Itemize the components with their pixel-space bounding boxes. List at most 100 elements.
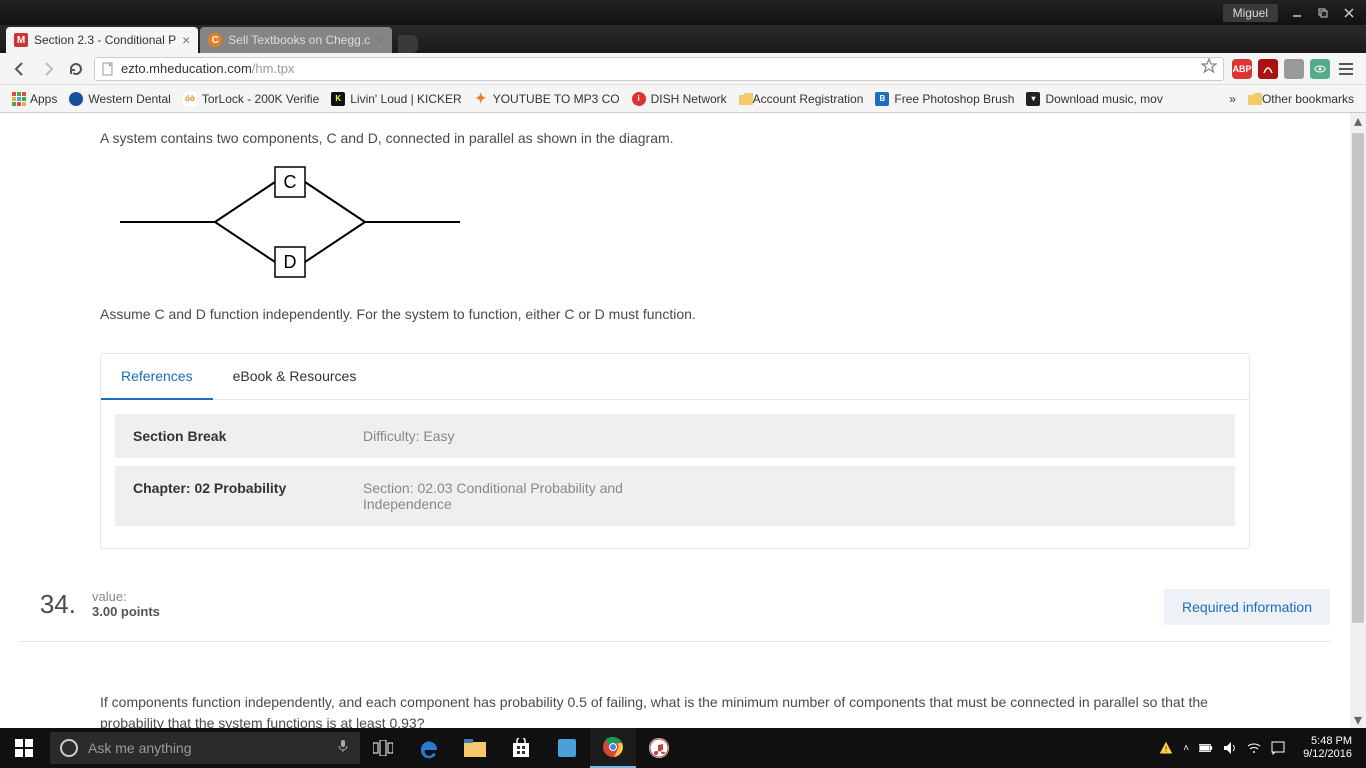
tab-ebook-resources[interactable]: eBook & Resources — [213, 354, 377, 399]
toolbar: ezto.mheducation.com/hm.tpx ABP — [0, 53, 1366, 85]
question-intro: A system contains two components, C and … — [100, 128, 1330, 149]
taskbar-app-store[interactable] — [498, 728, 544, 768]
taskbar-app-edge[interactable] — [406, 728, 452, 768]
bookmark-item[interactable]: B Free Photoshop Brush — [869, 88, 1020, 110]
tab-strip: M Section 2.3 - Conditional P × C Sell T… — [0, 25, 1366, 53]
bookmark-label: Account Registration — [753, 92, 864, 106]
cortana-icon — [60, 739, 78, 757]
svg-text:!: ! — [1165, 744, 1167, 754]
bookmark-overflow[interactable]: » — [1229, 92, 1236, 106]
abp-extension-icon[interactable]: ABP — [1232, 59, 1252, 79]
other-bookmarks[interactable]: Other bookmarks — [1242, 88, 1360, 110]
reference-value: Section: 02.03 Conditional Probability a… — [363, 480, 663, 512]
tab-references[interactable]: References — [101, 354, 213, 400]
maximize-button[interactable] — [1310, 4, 1336, 22]
question-assumption: Assume C and D function independently. F… — [100, 304, 1330, 325]
folder-icon — [1248, 93, 1262, 105]
required-information-button[interactable]: Required information — [1164, 589, 1330, 625]
tab-close-icon[interactable]: × — [182, 32, 190, 48]
reference-label: Section Break — [133, 428, 363, 444]
adobe-extension-icon[interactable] — [1258, 59, 1278, 79]
back-button[interactable] — [6, 55, 34, 83]
close-button[interactable] — [1336, 4, 1362, 22]
tab-title: Sell Textbooks on Chegg.c — [228, 33, 370, 47]
forward-button[interactable] — [34, 55, 62, 83]
taskbar-app-itunes[interactable] — [636, 728, 682, 768]
new-tab-button[interactable] — [398, 35, 418, 53]
system-tray: ! ˄ 5:48 PM 9/12/2016 — [1159, 728, 1366, 768]
tray-notifications-icon[interactable] — [1271, 741, 1285, 755]
bookmark-item[interactable]: ▾ Download music, mov — [1020, 88, 1168, 110]
points-text: 3.00 points — [92, 604, 160, 619]
bookmark-label: Free Photoshop Brush — [894, 92, 1014, 106]
bookmark-favicon: B — [875, 92, 889, 106]
tray-wifi-icon[interactable] — [1247, 741, 1261, 755]
apps-label: Apps — [30, 92, 57, 106]
vertical-scrollbar[interactable]: ▴ ▾ — [1350, 113, 1366, 728]
taskbar-app-chrome[interactable] — [590, 728, 636, 768]
taskbar-clock[interactable]: 5:48 PM 9/12/2016 — [1295, 735, 1360, 761]
task-view-button[interactable] — [360, 728, 406, 768]
scrollbar-thumb[interactable] — [1352, 133, 1364, 623]
bookmark-favicon: ▾ — [1026, 92, 1040, 106]
extension-icon[interactable] — [1284, 59, 1304, 79]
url-text: ezto.mheducation.com/hm.tpx — [121, 61, 294, 76]
extension-icon[interactable] — [1310, 59, 1330, 79]
taskbar-app[interactable] — [544, 728, 590, 768]
browser-tab[interactable]: C Sell Textbooks on Chegg.c × — [200, 27, 392, 53]
tab-close-icon[interactable]: × — [376, 32, 384, 48]
reload-button[interactable] — [62, 55, 90, 83]
bookmark-star-icon[interactable] — [1201, 58, 1217, 79]
svg-text:C: C — [284, 172, 297, 192]
apps-shortcut[interactable]: Apps — [6, 88, 63, 110]
tray-chevron-icon[interactable]: ˄ — [1183, 743, 1189, 754]
tab-favicon: M — [14, 33, 28, 47]
cortana-search[interactable]: Ask me anything — [50, 732, 360, 764]
bookmark-item[interactable]: óò TorLock - 200K Verifie — [177, 88, 325, 110]
bookmark-label: DISH Network — [651, 92, 727, 106]
bookmark-bar: Apps Western Dental óò TorLock - 200K Ver… — [0, 85, 1366, 113]
scroll-up-icon[interactable]: ▴ — [1350, 113, 1366, 129]
bookmark-item[interactable]: KLivin' Loud | KICKER — [325, 88, 467, 110]
bookmark-label: TorLock - 200K Verifie — [202, 92, 319, 106]
clock-time: 5:48 PM — [1303, 735, 1352, 748]
bookmark-item[interactable]: Western Dental — [63, 88, 176, 110]
reference-row: Section Break Difficulty: Easy — [115, 414, 1235, 458]
taskbar-app-explorer[interactable] — [452, 728, 498, 768]
question-text: If components function independently, an… — [100, 692, 1250, 728]
question-number: 34. — [20, 589, 92, 620]
chrome-menu-button[interactable] — [1336, 63, 1356, 75]
clock-date: 9/12/2016 — [1303, 748, 1352, 761]
start-button[interactable] — [0, 728, 48, 768]
svg-text:D: D — [284, 252, 297, 272]
page-icon — [101, 62, 115, 76]
address-bar[interactable]: ezto.mheducation.com/hm.tpx — [94, 57, 1224, 81]
bookmark-favicon: K — [331, 92, 345, 106]
scroll-down-icon[interactable]: ▾ — [1350, 712, 1366, 728]
bookmark-label: Other bookmarks — [1262, 92, 1354, 106]
tray-alert-icon[interactable]: ! — [1159, 741, 1173, 755]
minimize-button[interactable] — [1284, 4, 1310, 22]
tray-battery-icon[interactable] — [1199, 741, 1213, 755]
reference-value: Difficulty: Easy — [363, 428, 455, 444]
reference-row: Chapter: 02 Probability Section: 02.03 C… — [115, 466, 1235, 526]
bookmark-favicon: óò — [183, 92, 197, 106]
microphone-icon[interactable] — [336, 739, 350, 758]
tray-volume-icon[interactable] — [1223, 741, 1237, 755]
bookmark-item[interactable]: ✦YOUTUBE TO MP3 CO — [468, 88, 626, 110]
bookmark-item[interactable]: Account Registration — [733, 88, 870, 110]
page-viewport: A system contains two components, C and … — [0, 113, 1350, 728]
bookmark-label: Western Dental — [88, 92, 170, 106]
folder-icon — [739, 93, 753, 105]
question-header: 34. value: 3.00 points Required informat… — [20, 589, 1330, 642]
window-titlebar: Miguel — [0, 0, 1366, 25]
references-panel: References eBook & Resources Section Bre… — [100, 353, 1250, 549]
bookmark-label: Download music, mov — [1045, 92, 1162, 106]
bookmark-item[interactable]: iDISH Network — [626, 88, 733, 110]
user-badge[interactable]: Miguel — [1223, 4, 1278, 22]
browser-tab[interactable]: M Section 2.3 - Conditional P × — [6, 27, 198, 53]
tab-title: Section 2.3 - Conditional P — [34, 33, 176, 47]
extension-icons: ABP — [1228, 59, 1360, 79]
windows-taskbar: Ask me anything ! ˄ 5:48 PM 9/12/2016 — [0, 728, 1366, 768]
bookmark-label: YOUTUBE TO MP3 CO — [493, 92, 620, 106]
